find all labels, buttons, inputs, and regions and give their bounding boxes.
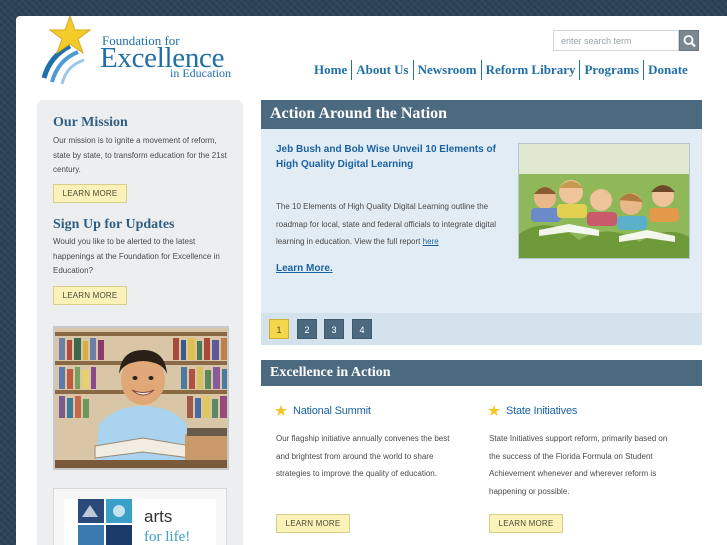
star-icon bbox=[488, 405, 500, 416]
search-icon bbox=[683, 35, 696, 48]
feature-here-link[interactable]: here bbox=[423, 237, 439, 246]
nav-newsroom[interactable]: Newsroom bbox=[412, 60, 481, 80]
sidebar: Our Mission Our mission is to ignite a m… bbox=[37, 100, 243, 545]
signup-learn-more-button[interactable]: LEARN MORE bbox=[53, 286, 127, 305]
signup-text: Would you like to be alerted to the late… bbox=[53, 237, 220, 275]
mission-title: Our Mission bbox=[53, 115, 128, 130]
summit-learn-more-button[interactable]: LEARN MORE bbox=[276, 514, 350, 533]
slideshow-pager: 1 2 3 4 bbox=[261, 313, 702, 345]
arts-line1: arts bbox=[144, 507, 173, 526]
excellence-section-title: Excellence in Action bbox=[261, 360, 702, 386]
nav-reform-library[interactable]: Reform Library bbox=[480, 60, 580, 80]
site-logo[interactable]: Foundation for Excellence in Education bbox=[40, 16, 240, 86]
search-input[interactable] bbox=[553, 30, 679, 51]
feature-body: The 10 Elements of High Quality Digital … bbox=[276, 198, 501, 251]
main-nav: Home About Us Newsroom Reform Library Pr… bbox=[310, 60, 692, 80]
search-box bbox=[553, 30, 699, 51]
nav-programs[interactable]: Programs bbox=[579, 60, 643, 80]
state-initiatives-title[interactable]: State Initiatives bbox=[506, 405, 577, 417]
arts-logo-icon bbox=[78, 499, 132, 545]
children-reading-photo bbox=[518, 143, 690, 259]
arts-line2: for life! bbox=[144, 529, 191, 545]
national-summit-text: Our flagship initiative annually convene… bbox=[276, 434, 450, 478]
action-section-title: Action Around the Nation bbox=[261, 100, 702, 129]
logo-line3: in Education bbox=[170, 66, 231, 80]
signup-title: Sign Up for Updates bbox=[53, 217, 175, 232]
pager-page-3[interactable]: 3 bbox=[324, 319, 344, 339]
arts-banner-inner: arts for life! bbox=[64, 499, 216, 545]
student-reading-photo bbox=[53, 326, 229, 470]
pager-page-4[interactable]: 4 bbox=[352, 319, 372, 339]
feature-headline[interactable]: Jeb Bush and Bob Wise Unveil 10 Elements… bbox=[276, 142, 501, 172]
star-icon bbox=[275, 405, 287, 416]
mission-learn-more-button[interactable]: LEARN MORE bbox=[53, 184, 127, 203]
state-initiatives-text: State Initiatives support reform, primar… bbox=[489, 434, 668, 496]
nav-donate[interactable]: Donate bbox=[643, 60, 692, 80]
pager-page-1[interactable]: 1 bbox=[269, 319, 289, 339]
page: Foundation for Excellence in Education H… bbox=[16, 16, 727, 545]
star-logo-icon bbox=[41, 16, 92, 85]
nav-about-us[interactable]: About Us bbox=[351, 60, 412, 80]
search-button[interactable] bbox=[679, 30, 699, 51]
states-learn-more-button[interactable]: LEARN MORE bbox=[489, 514, 563, 533]
arts-for-life-banner[interactable]: arts for life! bbox=[53, 488, 227, 545]
nav-home[interactable]: Home bbox=[310, 60, 351, 80]
mission-text: Our mission is to ignite a movement of r… bbox=[53, 136, 227, 174]
featured-story: Jeb Bush and Bob Wise Unveil 10 Elements… bbox=[261, 129, 702, 313]
feature-learn-more-link[interactable]: Learn More. bbox=[276, 263, 333, 274]
pager-page-2[interactable]: 2 bbox=[297, 319, 317, 339]
feature-body-text: The 10 Elements of High Quality Digital … bbox=[276, 202, 496, 246]
national-summit-title[interactable]: National Summit bbox=[293, 405, 371, 417]
